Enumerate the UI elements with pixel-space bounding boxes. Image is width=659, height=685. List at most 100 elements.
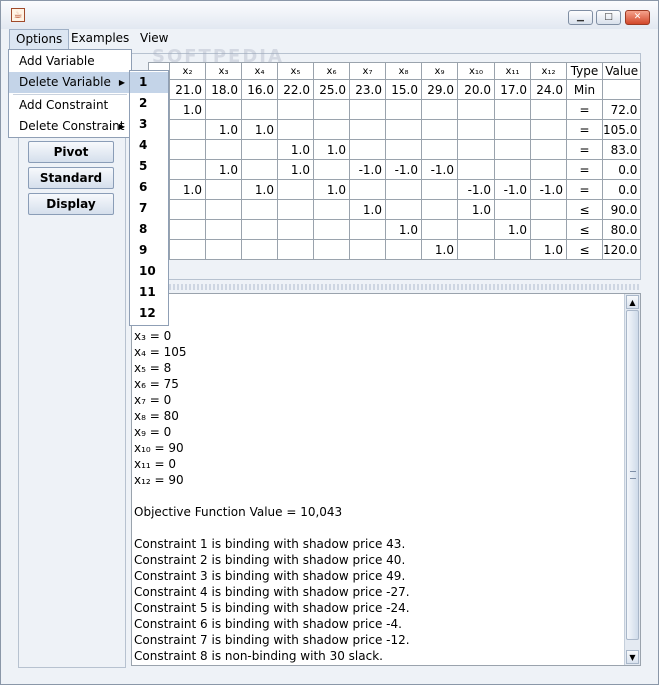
table-cell[interactable] [457,239,495,260]
table-cell[interactable]: 0.0 [601,179,642,200]
scroll-thumb[interactable] [626,310,639,640]
table-cell[interactable] [169,159,206,180]
table-cell[interactable]: 23.0 [349,79,386,100]
table-cell[interactable]: 1.0 [421,239,458,260]
table-cell[interactable] [421,219,458,240]
submenu-item-variable-1[interactable]: 1 [130,72,168,93]
table-cell[interactable] [313,239,350,260]
table-cell[interactable] [421,139,458,160]
table-cell[interactable]: 29.0 [421,79,458,100]
table-cell[interactable] [349,239,386,260]
table-cell[interactable] [385,239,422,260]
table-cell[interactable] [241,99,278,120]
table-cell[interactable] [421,179,458,200]
output-text-area[interactable]: x₃ = 0 x₄ = 105 x₅ = 8 x₆ = 75 x₇ = 0 x₈ = 80… [131,293,641,666]
table-cell[interactable]: 1.0 [241,179,278,200]
table-cell[interactable]: 1.0 [205,159,242,180]
submenu-item-variable-3[interactable]: 3 [130,114,168,135]
submenu-item-variable-5[interactable]: 5 [130,156,168,177]
table-cell[interactable]: -1.0 [494,179,531,200]
table-cell[interactable] [385,139,422,160]
table-cell[interactable] [530,159,567,180]
table-cell[interactable] [385,99,422,120]
maximize-button[interactable]: □ [596,10,621,25]
table-cell[interactable]: = [566,139,603,160]
table-cell[interactable] [241,199,278,220]
scroll-up-arrow-icon[interactable]: ▲ [626,295,639,309]
submenu-item-variable-12[interactable]: 12 [130,303,168,324]
table-cell[interactable] [169,199,206,220]
table-cell[interactable]: ≤ [566,199,603,220]
menu-item-add-constraint[interactable]: Add Constraint [9,95,131,116]
table-cell[interactable] [169,219,206,240]
minimize-button[interactable]: ▁ [568,10,593,25]
table-cell[interactable]: 1.0 [457,199,495,220]
display-button[interactable]: Display [28,193,114,215]
scroll-down-arrow-icon[interactable]: ▼ [626,650,639,664]
menu-item-add-variable[interactable]: Add Variable [9,51,131,72]
table-cell[interactable] [241,219,278,240]
table-cell[interactable] [530,139,567,160]
title-bar[interactable]: ☕ ▁ □ ✕ [1,1,658,29]
table-cell[interactable]: Min [566,79,603,100]
table-cell[interactable] [313,199,350,220]
table-cell[interactable] [494,239,531,260]
table-cell[interactable]: = [566,179,603,200]
table-cell[interactable] [349,179,386,200]
table-cell[interactable] [169,139,206,160]
table-cell[interactable] [421,119,458,140]
table-cell[interactable] [241,159,278,180]
table-cell[interactable] [494,139,531,160]
menu-options[interactable]: Options [9,29,70,50]
table-cell[interactable] [457,159,495,180]
table-cell[interactable]: 16.0 [241,79,278,100]
table-cell[interactable] [205,99,242,120]
table-cell[interactable]: 105.0 [601,119,642,140]
table-cell[interactable]: 24.0 [530,79,567,100]
table-cell[interactable] [530,99,567,120]
table-cell[interactable] [349,219,386,240]
table-cell[interactable] [277,119,314,140]
table-cell[interactable]: 1.0 [530,239,567,260]
table-cell[interactable]: ≤ [566,239,603,260]
table-cell[interactable]: -1.0 [530,179,567,200]
table-cell[interactable] [349,99,386,120]
menu-view[interactable]: View [134,29,174,50]
table-cell[interactable] [530,199,567,220]
table-cell[interactable]: 1.0 [169,179,206,200]
table-cell[interactable]: -1.0 [385,159,422,180]
table-cell[interactable] [494,159,531,180]
submenu-item-variable-8[interactable]: 8 [130,219,168,240]
submenu-item-variable-4[interactable]: 4 [130,135,168,156]
table-cell[interactable]: 1.0 [494,219,531,240]
table-cell[interactable]: 1.0 [313,139,350,160]
table-cell[interactable] [385,119,422,140]
table-cell[interactable]: 1.0 [205,119,242,140]
split-pane-divider[interactable] [129,284,641,290]
table-cell[interactable] [457,119,495,140]
table-cell[interactable]: 1.0 [241,119,278,140]
table-cell[interactable] [601,79,642,100]
table-cell[interactable] [457,139,495,160]
table-cell[interactable]: 17.0 [494,79,531,100]
table-cell[interactable]: 83.0 [601,139,642,160]
table-cell[interactable]: = [566,99,603,120]
submenu-item-variable-2[interactable]: 2 [130,93,168,114]
table-cell[interactable] [530,119,567,140]
table-cell[interactable]: -1.0 [349,159,386,180]
table-cell[interactable]: 15.0 [385,79,422,100]
table-cell[interactable]: 90.0 [601,199,642,220]
table-cell[interactable] [241,239,278,260]
table-cell[interactable] [169,239,206,260]
table-cell[interactable]: -1.0 [421,159,458,180]
table-cell[interactable] [205,179,242,200]
table-cell[interactable]: 120.0 [601,239,642,260]
close-button[interactable]: ✕ [625,10,650,25]
table-cell[interactable] [205,219,242,240]
table-cell[interactable] [277,219,314,240]
table-cell[interactable]: 18.0 [205,79,242,100]
table-cell[interactable] [205,199,242,220]
table-cell[interactable] [457,99,495,120]
table-cell[interactable]: 1.0 [349,199,386,220]
submenu-item-variable-7[interactable]: 7 [130,198,168,219]
